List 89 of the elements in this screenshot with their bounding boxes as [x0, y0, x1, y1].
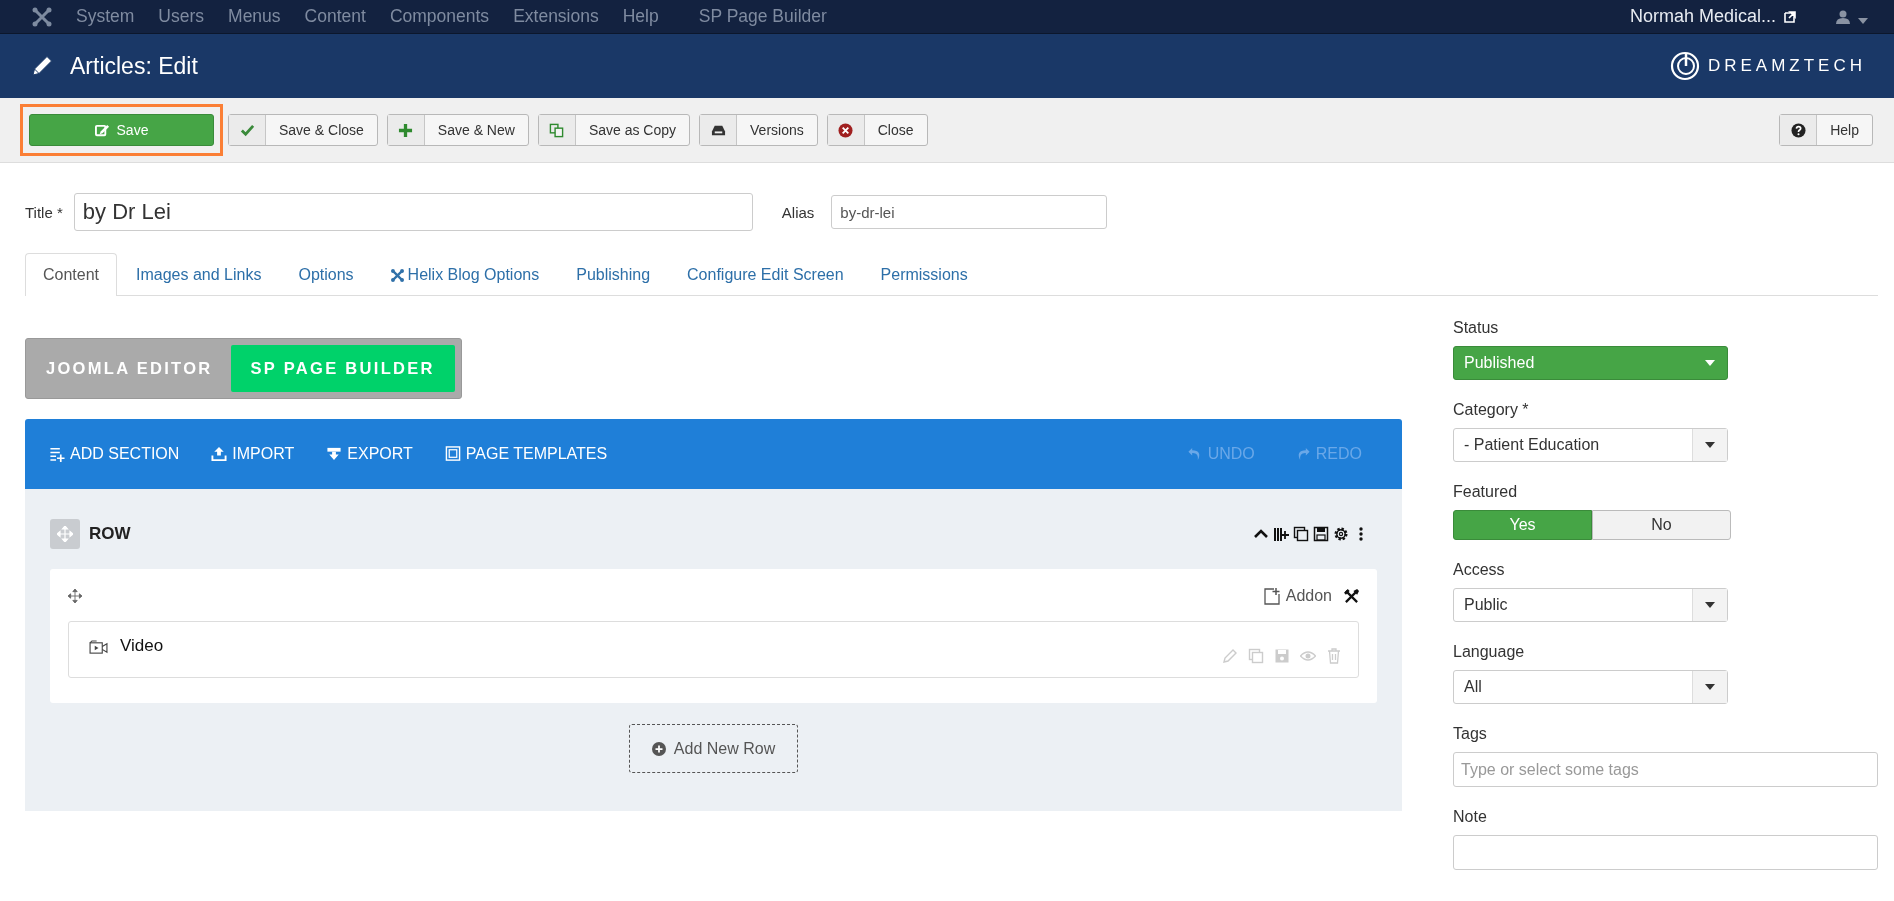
add-addon-icon: [1263, 587, 1280, 605]
caret-icon: [1705, 602, 1715, 608]
tab[interactable]: Content: [25, 253, 118, 296]
menu-item[interactable]: Content: [304, 6, 366, 27]
toolbar-button[interactable]: Save & Close: [228, 114, 378, 146]
builder-action[interactable]: IMPORT: [211, 445, 295, 463]
logo-text: DREAMZTECH: [1707, 56, 1866, 76]
menu-item[interactable]: Extensions: [513, 6, 599, 27]
text-field[interactable]: Type or select some tags: [1453, 752, 1878, 787]
help-icon: [1790, 122, 1806, 138]
tab[interactable]: Options: [280, 253, 372, 296]
plus-icon: [398, 122, 414, 138]
joomla-logo-icon: [32, 6, 52, 27]
field-label: Status: [1453, 319, 1500, 337]
toolbar-button[interactable]: Close: [826, 114, 928, 146]
menu-item[interactable]: Users: [158, 6, 205, 27]
duplicate-icon: [1293, 526, 1309, 542]
tab[interactable]: Permissions: [862, 253, 986, 296]
select-field[interactable]: Public: [1453, 588, 1728, 622]
settings-icon: [1333, 526, 1349, 542]
toolbar-button[interactable]: Save as Copy: [537, 114, 691, 146]
select-field[interactable]: All: [1453, 670, 1728, 704]
tools-icon: [1344, 588, 1359, 604]
field-label: Access: [1453, 561, 1506, 579]
move-icon: [57, 526, 73, 542]
tab[interactable]: Publishing: [558, 253, 669, 296]
menu-item[interactable]: Components: [389, 6, 490, 27]
toggle-option[interactable]: No: [1592, 510, 1731, 540]
check-icon: [239, 122, 255, 138]
builder-action[interactable]: PAGE TEMPLATES: [444, 445, 608, 463]
download-icon: [326, 446, 343, 462]
close-icon: [838, 122, 854, 138]
menu-item[interactable]: Help: [622, 6, 659, 27]
tab[interactable]: Configure Edit Screen: [669, 253, 862, 296]
duplicate-icon: [1248, 647, 1264, 664]
field-label: Alias: [781, 203, 815, 221]
copy-icon: [549, 122, 565, 138]
joomla-icon: [390, 268, 404, 282]
move-icon: [68, 589, 82, 603]
columns-icon: [1273, 526, 1289, 542]
edit-icon: [94, 122, 110, 138]
field-label: Language: [1453, 643, 1526, 661]
user-menu[interactable]: [1836, 9, 1868, 24]
caret-icon: [1705, 442, 1715, 448]
page-title: Articles: Edit: [70, 52, 198, 80]
field-label: Category *: [1453, 401, 1530, 419]
caret-icon: [1705, 684, 1715, 690]
save-icon: [1274, 647, 1290, 664]
user-icon: [1836, 9, 1850, 24]
menu-item[interactable]: System: [76, 6, 135, 27]
trash-icon: [1326, 647, 1342, 664]
field-label: Title *: [25, 203, 63, 221]
dreamztech-logo-icon: [1669, 51, 1700, 81]
toolbar-button[interactable]: Save: [29, 114, 214, 146]
builder-action[interactable]: EXPORT: [326, 445, 413, 463]
drag-handle[interactable]: [50, 519, 80, 549]
text-field[interactable]: [1453, 835, 1878, 870]
field-label: Note: [1453, 808, 1488, 826]
template-icon: [444, 446, 461, 462]
caret-icon: [1705, 360, 1715, 366]
video-icon: [89, 640, 108, 655]
field-label: Tags: [1453, 725, 1488, 743]
add-addon-button[interactable]: Addon: [1263, 587, 1332, 605]
plus-circle-icon: [651, 741, 666, 756]
toggle-option[interactable]: Yes: [1453, 510, 1592, 540]
tab[interactable]: Helix Blog Options: [372, 253, 558, 296]
toolbar-button[interactable]: Help: [1779, 114, 1873, 146]
save-icon: [1313, 526, 1329, 542]
row-title: ROW: [89, 524, 131, 544]
pencil-icon: [1222, 647, 1238, 664]
add-row-button[interactable]: Add New Row: [628, 724, 799, 773]
toolbar-button[interactable]: Save & New: [386, 114, 529, 146]
add-section-icon: [49, 446, 65, 462]
upload-icon: [211, 446, 228, 462]
select-field[interactable]: - Patient Education: [1453, 428, 1728, 462]
menu-item[interactable]: SP Page Builder: [698, 6, 827, 27]
site-link[interactable]: Normah Medical...: [1629, 6, 1776, 27]
select-field[interactable]: Published: [1453, 346, 1728, 380]
external-link-icon: [1784, 10, 1796, 23]
caret-icon: [1858, 17, 1868, 24]
alias-field[interactable]: by-dr-lei: [831, 195, 1108, 229]
pencil-icon: [30, 54, 54, 78]
field-label: Featured: [1453, 483, 1519, 501]
toolbar-button[interactable]: Versions: [699, 114, 818, 146]
menu-item[interactable]: Menus: [228, 6, 281, 27]
tab[interactable]: Images and Links: [118, 253, 280, 296]
builder-action[interactable]: ADD SECTION: [49, 445, 180, 463]
addon-item[interactable]: Video: [68, 621, 1359, 678]
title-field[interactable]: by Dr Lei: [73, 193, 753, 231]
